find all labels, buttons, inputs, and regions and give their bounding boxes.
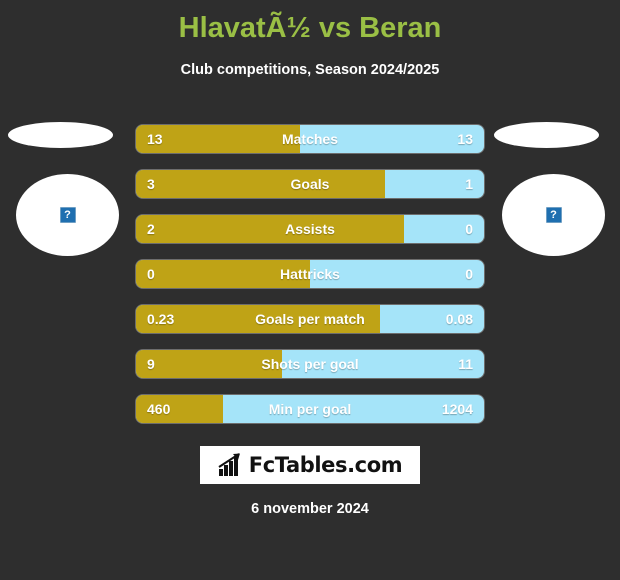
stat-bar-right-value: 1 xyxy=(465,176,473,192)
stat-bar-left-value: 13 xyxy=(147,131,163,147)
stat-bar-row: Min per goal 460 1204 xyxy=(136,395,484,423)
page-subtitle: Club competitions, Season 2024/2025 xyxy=(180,62,440,78)
player-photo-right-top-ellipse xyxy=(494,122,599,148)
stat-bar-right-value: 1204 xyxy=(441,401,473,417)
stat-bar-right-value: 0 xyxy=(465,266,473,282)
fctables-logo[interactable]: FcTables.com xyxy=(200,446,420,484)
stat-bar-row: Assists 2 0 xyxy=(136,215,484,243)
stat-bar-left-value: 2 xyxy=(147,221,155,237)
stat-bar-label: Min per goal xyxy=(268,401,352,417)
stat-bar-row: Goals per match 0.23 0.08 xyxy=(136,305,484,333)
footer-date: 6 november 2024 xyxy=(251,501,369,517)
player-comparison-infographic: HlavatÃ½ vs Beran Club competitions, Sea… xyxy=(0,0,620,580)
player-photo-left: ? xyxy=(8,118,128,278)
stat-bar-label: Goals xyxy=(290,176,330,192)
stat-bar-row: Goals 3 1 xyxy=(136,170,484,198)
stat-bar-row: Matches 13 13 xyxy=(136,125,484,153)
bar-chart-arrow-icon xyxy=(218,453,240,476)
stat-bar-right-value: 13 xyxy=(457,131,473,147)
stat-bar-right-value: 0.08 xyxy=(445,311,473,327)
stat-bar-row: Shots per goal 9 11 xyxy=(136,350,484,378)
stat-bar-left-value: 0 xyxy=(147,266,155,282)
stat-bar-left-value: 3 xyxy=(147,176,155,192)
page-title: HlavatÃ½ vs Beran xyxy=(178,12,442,44)
stat-bar-label: Goals per match xyxy=(255,311,365,327)
broken-image-icon: ? xyxy=(545,207,562,223)
stat-bar-right-value: 11 xyxy=(458,356,473,372)
stat-bar-left-value: 9 xyxy=(147,356,155,372)
fctables-logo-text: FcTables.com xyxy=(248,453,403,477)
stat-bar-left-value: 0.23 xyxy=(147,311,175,327)
stat-bar-label: Assists xyxy=(285,221,335,237)
player-photo-right: ? xyxy=(492,118,612,278)
stat-bar-label: Hattricks xyxy=(280,266,340,282)
stat-bar-label: Shots per goal xyxy=(261,356,359,372)
stat-bar-right-value: 0 xyxy=(465,221,473,237)
broken-image-icon: ? xyxy=(59,207,76,223)
stat-bar-row: Hattricks 0 0 xyxy=(136,260,484,288)
stat-bar-left-value: 460 xyxy=(147,401,171,417)
player-photo-right-main-ellipse: ? xyxy=(502,174,605,256)
player-photo-left-top-ellipse xyxy=(8,122,113,148)
player-photo-left-main-ellipse: ? xyxy=(16,174,119,256)
stat-bar-label: Matches xyxy=(281,131,339,147)
stat-bars-list: Matches 13 13 Goals 3 1 Assists 2 0 Hattricks 0 0 Go… xyxy=(136,125,484,440)
